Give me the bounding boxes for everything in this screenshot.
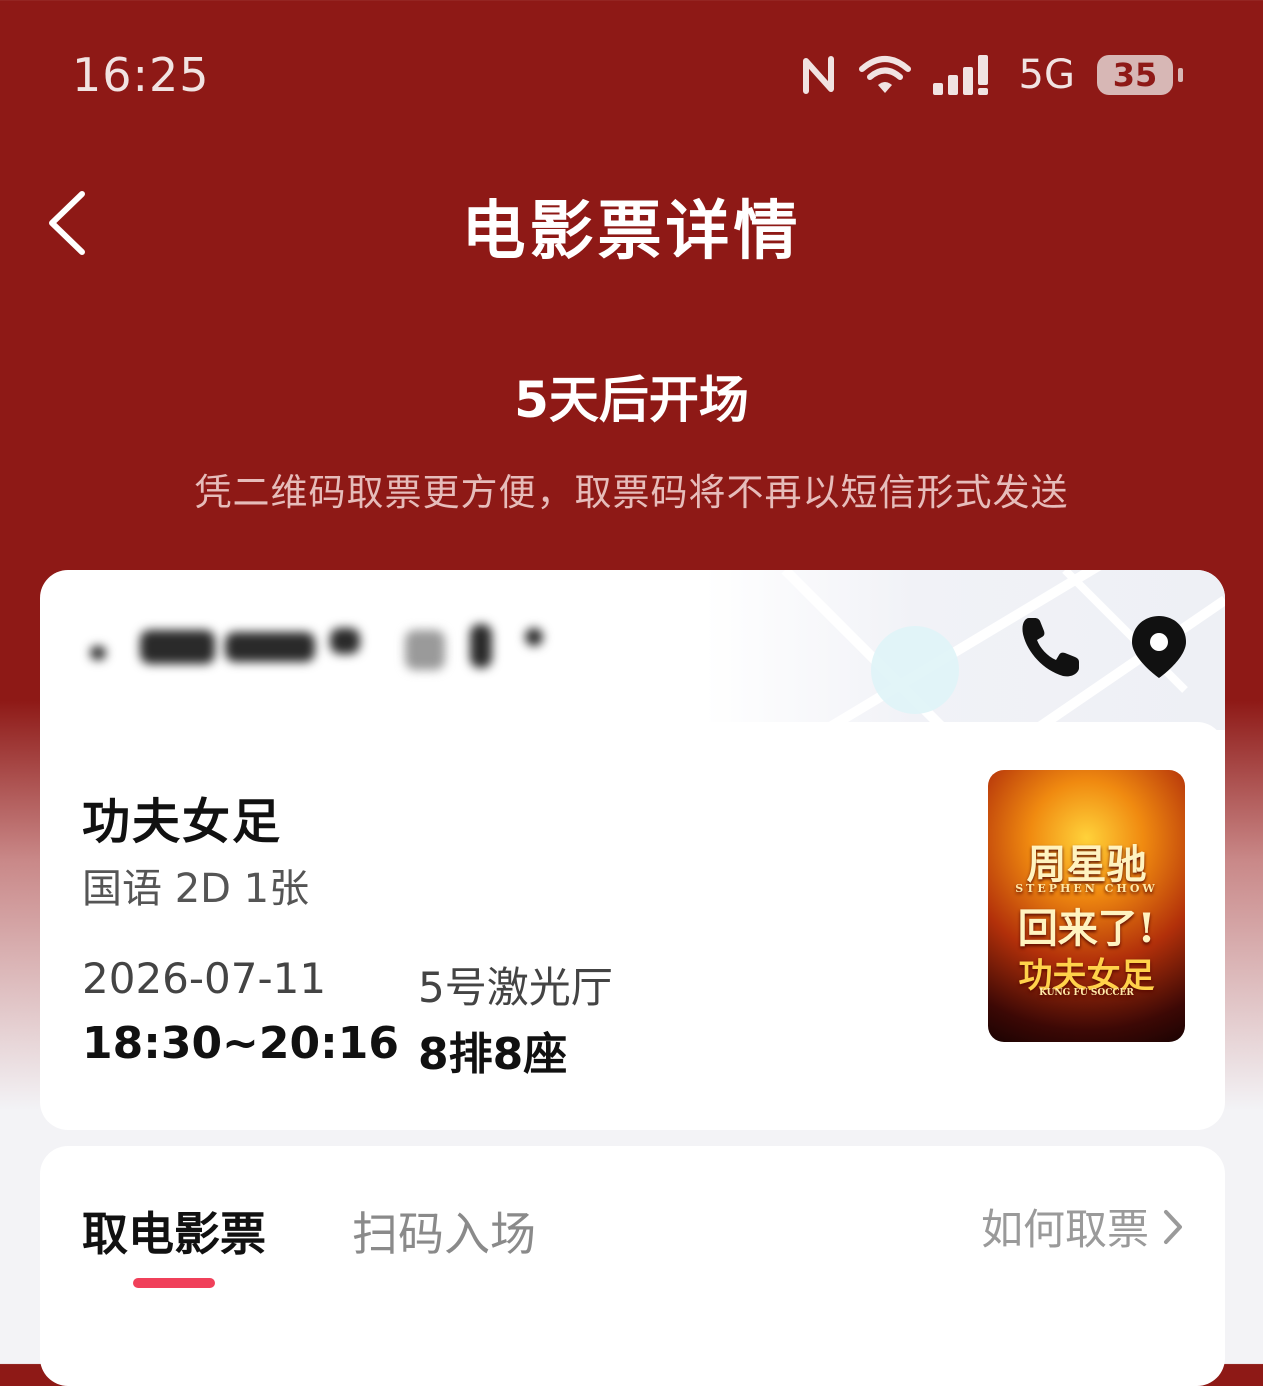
chevron-right-icon bbox=[1164, 1209, 1182, 1244]
ticket-hint: 凭二维码取票更方便，取票码将不再以短信形式发送 bbox=[194, 471, 1069, 514]
ticket-tabs-card: 取电影票 扫码入场 如何取票 bbox=[40, 1146, 1225, 1386]
phone-button[interactable] bbox=[1015, 612, 1085, 682]
status-icons: 5G 35 bbox=[801, 50, 1183, 100]
location-pin-icon bbox=[1132, 616, 1186, 678]
network-type: 5G bbox=[1018, 52, 1075, 98]
movie-poster[interactable]: 周星驰 STEPHEN CHOW 回来了! 功夫女足 KUNG FU SOCCE… bbox=[988, 770, 1185, 1042]
seat-info: 8排8座 bbox=[418, 1029, 568, 1080]
page-title: 电影票详情 bbox=[461, 195, 802, 269]
status-time: 16:25 bbox=[72, 48, 210, 102]
phone-icon bbox=[1022, 618, 1079, 677]
nfc-icon bbox=[802, 56, 834, 94]
poster-line-2: STEPHEN CHOW bbox=[1015, 882, 1158, 895]
countdown-text: 5天后开场 bbox=[514, 371, 749, 429]
signal-icon bbox=[932, 55, 988, 95]
poster-line-5: KUNG FU SOCCER bbox=[1039, 988, 1134, 998]
tab-get-ticket[interactable]: 取电影票 bbox=[82, 1198, 266, 1264]
poster-line-3: 回来了! bbox=[1017, 905, 1156, 952]
tab-scan-entry[interactable]: 扫码入场 bbox=[352, 1198, 536, 1264]
cinema-name-redacted bbox=[85, 618, 545, 678]
movie-card[interactable]: 功夫女足 国语 2D 1张 2026-07-11 18:30~20:16 5号激… bbox=[40, 722, 1225, 1116]
show-time: 18:30~20:16 bbox=[82, 1018, 399, 1069]
hall-name: 5号激光厅 bbox=[418, 963, 613, 1012]
battery-icon: 35 bbox=[1097, 55, 1183, 95]
show-date: 2026-07-11 bbox=[82, 954, 327, 1003]
how-to-get-ticket-link[interactable]: 如何取票 bbox=[981, 1196, 1183, 1257]
location-button[interactable] bbox=[1124, 612, 1194, 682]
help-link-label: 如何取票 bbox=[980, 1205, 1149, 1254]
active-tab-indicator bbox=[133, 1278, 215, 1288]
wifi-icon bbox=[858, 56, 911, 93]
movie-meta: 国语 2D 1张 bbox=[82, 866, 310, 912]
movie-title: 功夫女足 bbox=[82, 794, 283, 850]
battery-level: 35 bbox=[1112, 56, 1158, 94]
